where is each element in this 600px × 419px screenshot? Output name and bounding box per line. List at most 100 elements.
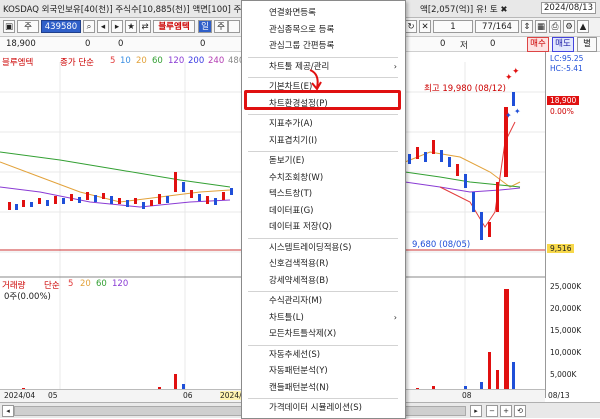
menu-item[interactable]: 수식관리자(M) [242,294,403,308]
close-icon[interactable]: ✕ [419,20,431,33]
menu-item[interactable]: 가격데이터 시뮬레이션(S) [242,401,403,415]
menu-item-label: 자동패턴분석(Y) [269,366,328,376]
x-tick: 08/13 [548,391,570,400]
day-button[interactable]: 일 [198,20,212,33]
menu-item[interactable]: 수치조회창(W) [242,171,403,185]
volume-pct: 0주(0.00%) [4,292,51,302]
svg-text:✦: ✦ [514,107,521,116]
menu-item[interactable]: 모든차트틀삭제(X) [242,327,403,341]
submenu-arrow-icon: › [393,312,397,322]
context-menu: 연결화면등록 관심종목으로 등록 관심그룹 간편등록 차트툴 제공/관리 › 기본차트(E… [241,0,406,419]
month-button[interactable] [228,20,240,33]
market-info-text: KOSDAQ 외국인보유[40(천)] 주식수[10,885(천)] 액면[10… [3,5,242,15]
menu-separator [248,114,398,115]
menu-item-label: 신호검색적용(R) [269,259,329,269]
zoom-in-icon[interactable]: + [500,405,512,417]
stock-legend: 블루엠텍 [2,58,34,68]
menu-item-label: 관심그룹 간편등록 [269,41,335,51]
price-axis: LC:95.25 HC:-5.41 18,900 0.00% 9,516 25,… [545,52,600,398]
menu-separator [248,237,398,239]
menu-item[interactable]: 자동패턴분석(Y) [242,364,403,378]
ma-20: 20 [136,56,147,66]
menu-item[interactable]: 자동추세선(S) [242,348,403,362]
ma-5: 5 [110,56,116,66]
menu-item[interactable]: 데이터표(G) [242,204,403,218]
svg-text:✦: ✦ [505,111,512,120]
menu-item-label: 수식관리자(M) [269,296,323,306]
menu-item[interactable]: 관심종목으로 등록 [242,23,403,37]
low-level-tag: 9,516 [547,244,575,253]
price-legend: 블루엠텍 종가 단순 5 10 20 60 120 200 240 480 [2,56,244,68]
zoom-out-icon[interactable]: − [486,405,498,417]
menu-item-label: 텍스트창(T) [269,189,313,199]
compare-icon[interactable]: ⇄ [139,20,151,33]
low-annotation: 9,680 (08/05) [412,240,471,250]
menu-item[interactable]: 돋보기(E) [242,154,403,168]
vol-tick: 20,000K [550,304,582,313]
menu-item-label: 관심종목으로 등록 [269,24,335,35]
prev-icon[interactable]: ◂ [97,20,109,33]
x-tick: 06 [183,391,193,400]
up-icon[interactable]: ▲ [577,20,589,33]
vol-ma-20: 20 [80,279,91,289]
print-icon[interactable]: ⎙ [549,20,561,33]
save-icon[interactable]: ▦ [535,20,547,33]
settings-icon[interactable]: ⚙ [563,20,575,33]
menu-item-label: 지표추가(A) [269,119,313,129]
menu-item-label: 모든차트틀삭제(X) [269,329,337,339]
menu-item-label: 가격데이터 시뮬레이션(S) [269,403,362,413]
vol-ma-120: 120 [112,279,129,289]
x-tick: 05 [48,391,58,400]
date-field[interactable]: 2024/08/13 [541,2,596,14]
code-input[interactable]: 439580 [41,20,81,33]
ma-240: 240 [208,56,225,66]
vol-ma-5: 5 [68,279,74,289]
menu-item[interactable]: 차트틀(L) › [242,311,403,325]
page-counter: 77/164 [475,20,519,33]
x-tick: 08 [462,391,472,400]
menu-item[interactable]: 텍스트창(T) [242,187,403,201]
volume-value: 0 [200,39,206,49]
change-value: 0 [85,39,91,49]
scroll-right-icon[interactable]: ▸ [470,405,482,417]
menu-item[interactable]: 지표겹치기(I) [242,134,403,148]
favorite-icon[interactable]: ★ [125,20,137,33]
menu-item[interactable]: 신호검색적용(R) [242,257,403,271]
interval-select[interactable]: 주 [17,20,39,33]
svg-text:✦: ✦ [512,67,520,77]
refresh-icon[interactable]: ↻ [405,20,417,33]
high-annotation: 최고 19,980 (08/12) [424,84,506,94]
menu-item[interactable]: 캔들패턴분석(N) [242,381,403,395]
menu-item-label: 데이터표 저장(Q) [269,222,332,232]
scroll-left-icon[interactable]: ◂ [2,405,14,417]
ma-10: 10 [120,56,131,66]
menu-item[interactable]: 지표추가(A) [242,117,403,131]
next-icon[interactable]: ▸ [111,20,123,33]
search-icon[interactable]: ⌕ [83,20,95,33]
menu-item-label: 자동추세선(S) [269,349,321,360]
market-info-suffix: 액[2,057(억)] 유! 토 ✖ [420,5,508,15]
menu-item[interactable]: 연결화면등록 [242,6,403,20]
separate-tab[interactable]: 별 [577,37,597,52]
open-value: 0 [440,39,446,49]
menu-item-label: 데이터표(G) [269,205,314,216]
menu-item-label: 캔들패턴분석(N) [269,382,329,393]
reset-icon[interactable]: ⟲ [514,405,526,417]
week-button[interactable]: 주 [214,20,228,33]
sell-button[interactable]: 매도 [552,37,574,52]
current-price: 18,900 [6,39,36,49]
current-pct: 0.00% [550,107,574,116]
buy-button[interactable]: 매수 [527,37,549,52]
menu-item-label: 지표겹치기(I) [269,135,318,146]
ma-legend-prefix: 종가 단순 [60,58,94,68]
stock-name: 블루엠텍 [153,20,195,33]
menu-item[interactable]: 데이터표 저장(Q) [242,220,403,234]
lock-icon[interactable]: ▣ [3,20,15,33]
menu-item-label: 시스템트레이딩적용(S) [269,242,352,253]
menu-item[interactable]: 시스템트레이딩적용(S) [242,241,403,255]
vol-tick: 15,000K [550,326,582,335]
expand-icon[interactable]: ⇕ [521,20,533,33]
menu-item[interactable]: 강세약세적용(B) [242,274,403,288]
count-input[interactable]: 1 [433,20,473,33]
menu-item[interactable]: 관심그룹 간편등록 [242,39,403,53]
